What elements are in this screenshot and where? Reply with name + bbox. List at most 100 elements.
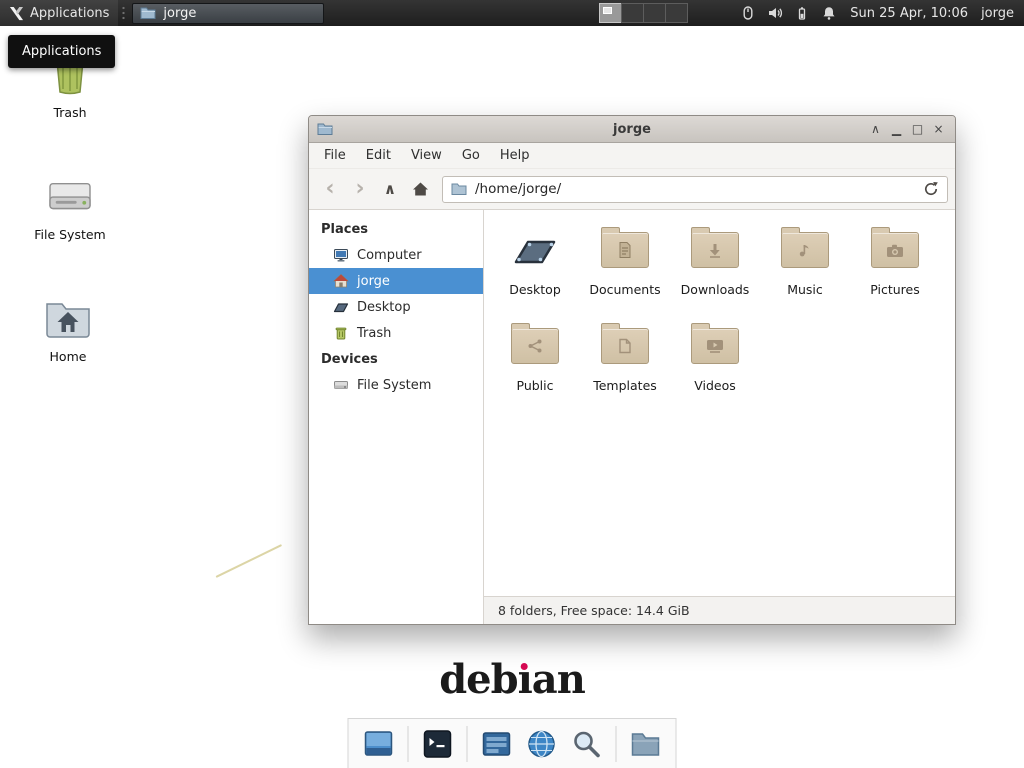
main-pane: Desktop Documents Downloads bbox=[484, 210, 955, 624]
back-button[interactable]: ‹ bbox=[316, 175, 344, 203]
menu-help[interactable]: Help bbox=[490, 143, 540, 169]
panel-handle[interactable] bbox=[120, 4, 127, 22]
window-list-launcher[interactable] bbox=[481, 728, 513, 760]
folder-music[interactable]: Music bbox=[760, 222, 850, 318]
sidebar-item-filesystem[interactable]: File System bbox=[309, 372, 483, 398]
forward-button[interactable]: › bbox=[346, 175, 374, 203]
debian-logo-text: an bbox=[532, 656, 585, 703]
icon-view[interactable]: Desktop Documents Downloads bbox=[484, 210, 955, 596]
workspace-2[interactable] bbox=[621, 3, 644, 23]
applications-tooltip: Applications bbox=[8, 35, 115, 68]
folder-downloads[interactable]: Downloads bbox=[670, 222, 760, 318]
reload-button[interactable] bbox=[923, 181, 939, 197]
pictures-folder-icon bbox=[871, 232, 919, 268]
path-folder-icon bbox=[451, 182, 467, 196]
computer-icon bbox=[333, 247, 349, 263]
clock[interactable]: Sun 25 Apr, 10:06 bbox=[850, 6, 968, 21]
sidebar-item-label: File System bbox=[357, 378, 431, 393]
desktop-icon bbox=[333, 299, 349, 315]
debian-logo: debıan bbox=[439, 660, 585, 700]
magnifier-icon bbox=[571, 728, 603, 760]
file-manager-window: jorge ∧ ▁ □ × File Edit View Go Help ‹ ›… bbox=[308, 115, 956, 625]
desktop-icon-home[interactable]: Home bbox=[21, 292, 115, 364]
folder-label: Videos bbox=[694, 378, 736, 393]
statusbar: 8 folders, Free space: 14.4 GiB bbox=[484, 596, 955, 624]
minimize-button[interactable]: ▁ bbox=[886, 116, 907, 143]
desktop-icon-label: Trash bbox=[23, 105, 117, 120]
sidebar-item-label: Computer bbox=[357, 248, 422, 263]
folder-label: Music bbox=[787, 282, 823, 297]
sidebar-item-jorge[interactable]: jorge bbox=[309, 268, 483, 294]
window-list-icon bbox=[481, 728, 513, 760]
sidebar-item-label: Desktop bbox=[357, 300, 411, 315]
home-button[interactable] bbox=[406, 175, 434, 203]
menu-file[interactable]: File bbox=[314, 143, 356, 169]
downloads-folder-icon bbox=[691, 232, 739, 268]
folder-desktop[interactable]: Desktop bbox=[490, 222, 580, 318]
applications-icon bbox=[9, 6, 24, 21]
shade-button[interactable]: ∧ bbox=[865, 116, 886, 143]
sidebar-item-desktop[interactable]: Desktop bbox=[309, 294, 483, 320]
workspace-1[interactable] bbox=[599, 3, 622, 23]
application-finder-launcher[interactable] bbox=[571, 728, 603, 760]
folder-public[interactable]: Public bbox=[490, 318, 580, 414]
menu-view[interactable]: View bbox=[401, 143, 452, 169]
menubar: File Edit View Go Help bbox=[309, 143, 955, 169]
show-desktop-icon bbox=[363, 728, 395, 760]
folder-label: Pictures bbox=[870, 282, 920, 297]
system-tray bbox=[740, 5, 837, 21]
file-manager-launcher[interactable] bbox=[630, 729, 662, 759]
sidebar-item-computer[interactable]: Computer bbox=[309, 242, 483, 268]
folder-label: Downloads bbox=[681, 282, 750, 297]
user-menu[interactable]: jorge bbox=[981, 6, 1014, 21]
back-icon: ‹ bbox=[325, 178, 334, 200]
tooltip-text: Applications bbox=[22, 44, 101, 59]
window-title: jorge bbox=[309, 122, 955, 137]
drive-icon bbox=[333, 377, 349, 393]
window-folder-icon bbox=[317, 122, 333, 136]
path-text[interactable]: /home/jorge/ bbox=[475, 181, 915, 197]
volume-icon[interactable] bbox=[767, 5, 783, 21]
workspace-4[interactable] bbox=[665, 3, 688, 23]
applications-label: Applications bbox=[30, 6, 109, 21]
workspace-3[interactable] bbox=[643, 3, 666, 23]
folder-templates[interactable]: Templates bbox=[580, 318, 670, 414]
home-folder-icon bbox=[21, 292, 115, 340]
workspace-pager bbox=[600, 3, 688, 23]
up-button[interactable]: ∧ bbox=[376, 175, 404, 203]
folder-documents[interactable]: Documents bbox=[580, 222, 670, 318]
folder-pictures[interactable]: Pictures bbox=[850, 222, 940, 318]
close-button[interactable]: × bbox=[928, 116, 949, 143]
dock-separator bbox=[467, 726, 468, 762]
music-folder-icon bbox=[781, 232, 829, 268]
workspace-window-thumb bbox=[603, 7, 612, 14]
sidebar-item-trash[interactable]: Trash bbox=[309, 320, 483, 346]
folder-label: Desktop bbox=[509, 282, 561, 297]
globe-icon bbox=[526, 728, 558, 760]
dock-separator bbox=[616, 726, 617, 762]
dock-separator bbox=[408, 726, 409, 762]
mouse-settings-icon[interactable] bbox=[740, 5, 756, 21]
battery-icon[interactable] bbox=[794, 5, 810, 21]
maximize-button[interactable]: □ bbox=[907, 116, 928, 143]
notification-bell-icon[interactable] bbox=[821, 5, 837, 21]
taskbar-button[interactable]: jorge bbox=[132, 3, 324, 24]
menu-edit[interactable]: Edit bbox=[356, 143, 401, 169]
folder-videos[interactable]: Videos bbox=[670, 318, 760, 414]
desktop-icon-label: Home bbox=[21, 349, 115, 364]
templates-folder-icon bbox=[601, 328, 649, 364]
terminal-launcher[interactable] bbox=[422, 728, 454, 760]
user-desktop-icon bbox=[511, 222, 559, 278]
titlebar[interactable]: jorge ∧ ▁ □ × bbox=[309, 116, 955, 143]
applications-button[interactable]: Applications bbox=[0, 0, 118, 26]
devices-header: Devices bbox=[309, 346, 483, 372]
desktop-icon-filesystem[interactable]: File System bbox=[23, 170, 117, 242]
places-header: Places bbox=[309, 216, 483, 242]
folder-label: Public bbox=[517, 378, 554, 393]
web-browser-launcher[interactable] bbox=[526, 728, 558, 760]
menu-go[interactable]: Go bbox=[452, 143, 490, 169]
show-desktop-launcher[interactable] bbox=[363, 728, 395, 760]
desktop-icon-label: File System bbox=[23, 227, 117, 242]
path-bar[interactable]: /home/jorge/ bbox=[442, 176, 948, 203]
reload-icon bbox=[923, 181, 939, 197]
